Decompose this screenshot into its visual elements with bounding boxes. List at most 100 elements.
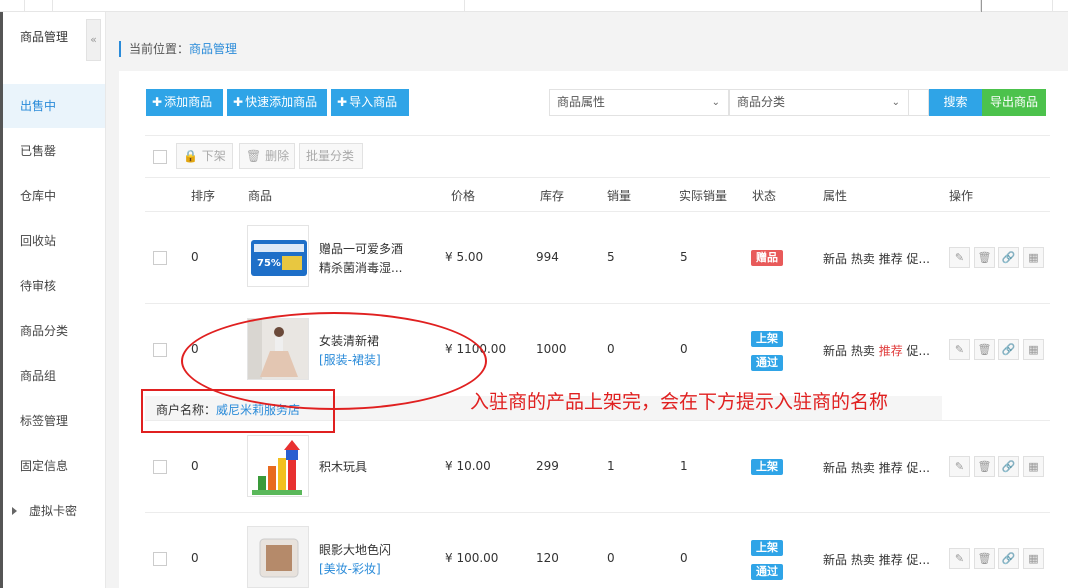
add-product-label: 添加商品 <box>164 95 213 109</box>
quick-add-label: 快速添加商品 <box>245 95 318 109</box>
column-header-status: 状态 <box>752 189 777 203</box>
batch-category-button[interactable]: 批量分类 <box>299 143 363 169</box>
wet-wipes-image: 75% <box>248 226 308 286</box>
attr-recommend[interactable]: 推荐 <box>879 461 903 475</box>
attr-recommend[interactable]: 推荐 <box>879 553 903 567</box>
product-name[interactable]: 赠品一可爱多酒精杀菌消毒湿... <box>319 240 411 278</box>
product-name[interactable]: 积木玩具 <box>319 458 411 477</box>
lock-icon: 🔒 <box>183 149 198 163</box>
select-all-checkbox[interactable] <box>153 150 167 164</box>
column-header-actual-sales[interactable]: 实际销量 <box>679 187 727 204</box>
column-header-stock[interactable]: 库存 <box>540 187 564 204</box>
row-price: ¥ 100.00 <box>445 551 499 565</box>
trash-icon[interactable]: 🗑 <box>974 339 995 360</box>
category-select[interactable]: 商品分类 ⌄ <box>729 89 909 116</box>
export-button[interactable]: 导出商品 <box>982 89 1046 116</box>
link-icon[interactable]: 🔗 <box>998 339 1019 360</box>
attr-new[interactable]: 新品 <box>823 252 847 266</box>
top-tab[interactable] <box>465 0 981 12</box>
sidebar-item-recycle-bin[interactable]: 回收站 <box>3 219 105 263</box>
sidebar-item-virtual-cards[interactable]: 虚拟卡密 <box>3 489 105 533</box>
top-tab[interactable] <box>25 0 53 12</box>
link-icon[interactable]: 🔗 <box>998 456 1019 477</box>
qrcode-icon[interactable]: ▦ <box>1023 456 1044 477</box>
row-sort[interactable]: 0 <box>191 250 199 264</box>
trash-icon[interactable]: 🗑 <box>974 548 995 569</box>
edit-icon[interactable]: ✎ <box>949 339 970 360</box>
status-badge[interactable]: 上架 <box>751 540 783 556</box>
search-input[interactable] <box>908 89 929 116</box>
import-label: 导入商品 <box>349 95 398 109</box>
collapse-sidebar-icon[interactable]: « <box>86 19 101 61</box>
top-tab[interactable] <box>53 0 465 12</box>
attr-hot[interactable]: 热卖 <box>851 252 875 266</box>
row-checkbox[interactable] <box>153 251 167 265</box>
attr-new[interactable]: 新品 <box>823 344 847 358</box>
attr-promo[interactable]: 促... <box>907 344 930 358</box>
sidebar-item-tags[interactable]: 标签管理 <box>3 399 105 443</box>
offshelf-label: 下架 <box>201 149 226 163</box>
row-checkbox[interactable] <box>153 552 167 566</box>
product-thumbnail[interactable] <box>247 435 309 497</box>
sidebar-item-warehouse[interactable]: 仓库中 <box>3 174 105 218</box>
product-category[interactable]: [美妆-彩妆] <box>319 560 381 577</box>
attr-hot[interactable]: 热卖 <box>851 553 875 567</box>
attr-hot[interactable]: 热卖 <box>851 344 875 358</box>
product-thumbnail[interactable] <box>247 526 309 588</box>
attr-promo[interactable]: 促... <box>907 252 930 266</box>
sidebar-item-label: 商品组 <box>20 369 57 383</box>
status-badge[interactable]: 上架 <box>751 459 783 475</box>
link-icon[interactable]: 🔗 <box>998 548 1019 569</box>
attr-recommend[interactable]: 推荐 <box>879 252 903 266</box>
row-attributes: 新品 热卖 推荐 促... <box>823 459 930 476</box>
sidebar-item-product-groups[interactable]: 商品组 <box>3 354 105 398</box>
sidebar-item-label: 虚拟卡密 <box>29 504 78 518</box>
import-button[interactable]: ✚ 导入商品 <box>331 89 409 116</box>
row-stock: 120 <box>536 551 559 565</box>
trash-icon[interactable]: 🗑 <box>974 247 995 268</box>
breadcrumb-current[interactable]: 商品管理 <box>189 42 237 56</box>
review-badge[interactable]: 通过 <box>751 564 783 580</box>
attr-promo[interactable]: 促... <box>907 553 930 567</box>
top-tab[interactable] <box>0 0 25 12</box>
row-checkbox[interactable] <box>153 343 167 357</box>
qrcode-icon[interactable]: ▦ <box>1023 247 1044 268</box>
review-badge[interactable]: 通过 <box>751 355 783 371</box>
attr-recommend[interactable]: 推荐 <box>879 344 903 358</box>
sidebar-item-fixed-info[interactable]: 固定信息 <box>3 444 105 488</box>
quick-add-button[interactable]: ✚ 快速添加商品 <box>227 89 327 116</box>
edit-icon[interactable]: ✎ <box>949 456 970 477</box>
offshelf-button[interactable]: 🔒 下架 <box>176 143 233 169</box>
delete-button[interactable]: 🗑 删除 <box>239 143 295 169</box>
row-checkbox[interactable] <box>153 460 167 474</box>
trash-icon[interactable]: 🗑 <box>974 456 995 477</box>
edit-icon[interactable]: ✎ <box>949 247 970 268</box>
sidebar-item-pending-review[interactable]: 待审核 <box>3 264 105 308</box>
row-sort[interactable]: 0 <box>191 551 199 565</box>
status-badge[interactable]: 赠品 <box>751 250 783 266</box>
product-thumbnail[interactable]: 75% <box>247 225 309 287</box>
sidebar-item-categories[interactable]: 商品分类 <box>3 309 105 353</box>
link-icon[interactable]: 🔗 <box>998 247 1019 268</box>
sidebar-item-sold-out[interactable]: 已售罄 <box>3 129 105 173</box>
product-name[interactable]: 眼影大地色闪 <box>319 541 411 560</box>
add-product-button[interactable]: ✚ 添加商品 <box>146 89 223 116</box>
attribute-select[interactable]: 商品属性 ⌄ <box>549 89 729 116</box>
attr-hot[interactable]: 热卖 <box>851 461 875 475</box>
column-header-price[interactable]: 价格 <box>451 187 475 204</box>
column-header-sales[interactable]: 销量 <box>607 187 631 204</box>
search-button[interactable]: 搜索 <box>929 89 982 116</box>
column-header-sort[interactable]: 排序 <box>191 187 215 204</box>
row-sort[interactable]: 0 <box>191 459 199 473</box>
attr-new[interactable]: 新品 <box>823 553 847 567</box>
edit-icon[interactable]: ✎ <box>949 548 970 569</box>
top-tab[interactable] <box>981 0 1053 12</box>
qrcode-icon[interactable]: ▦ <box>1023 339 1044 360</box>
attr-promo[interactable]: 促... <box>907 461 930 475</box>
plus-icon: ✚ <box>337 95 348 109</box>
annotation-rectangle <box>141 389 335 433</box>
qrcode-icon[interactable]: ▦ <box>1023 548 1044 569</box>
sidebar-item-on-sale[interactable]: 出售中 <box>3 84 105 128</box>
status-badge[interactable]: 上架 <box>751 331 783 347</box>
attr-new[interactable]: 新品 <box>823 461 847 475</box>
